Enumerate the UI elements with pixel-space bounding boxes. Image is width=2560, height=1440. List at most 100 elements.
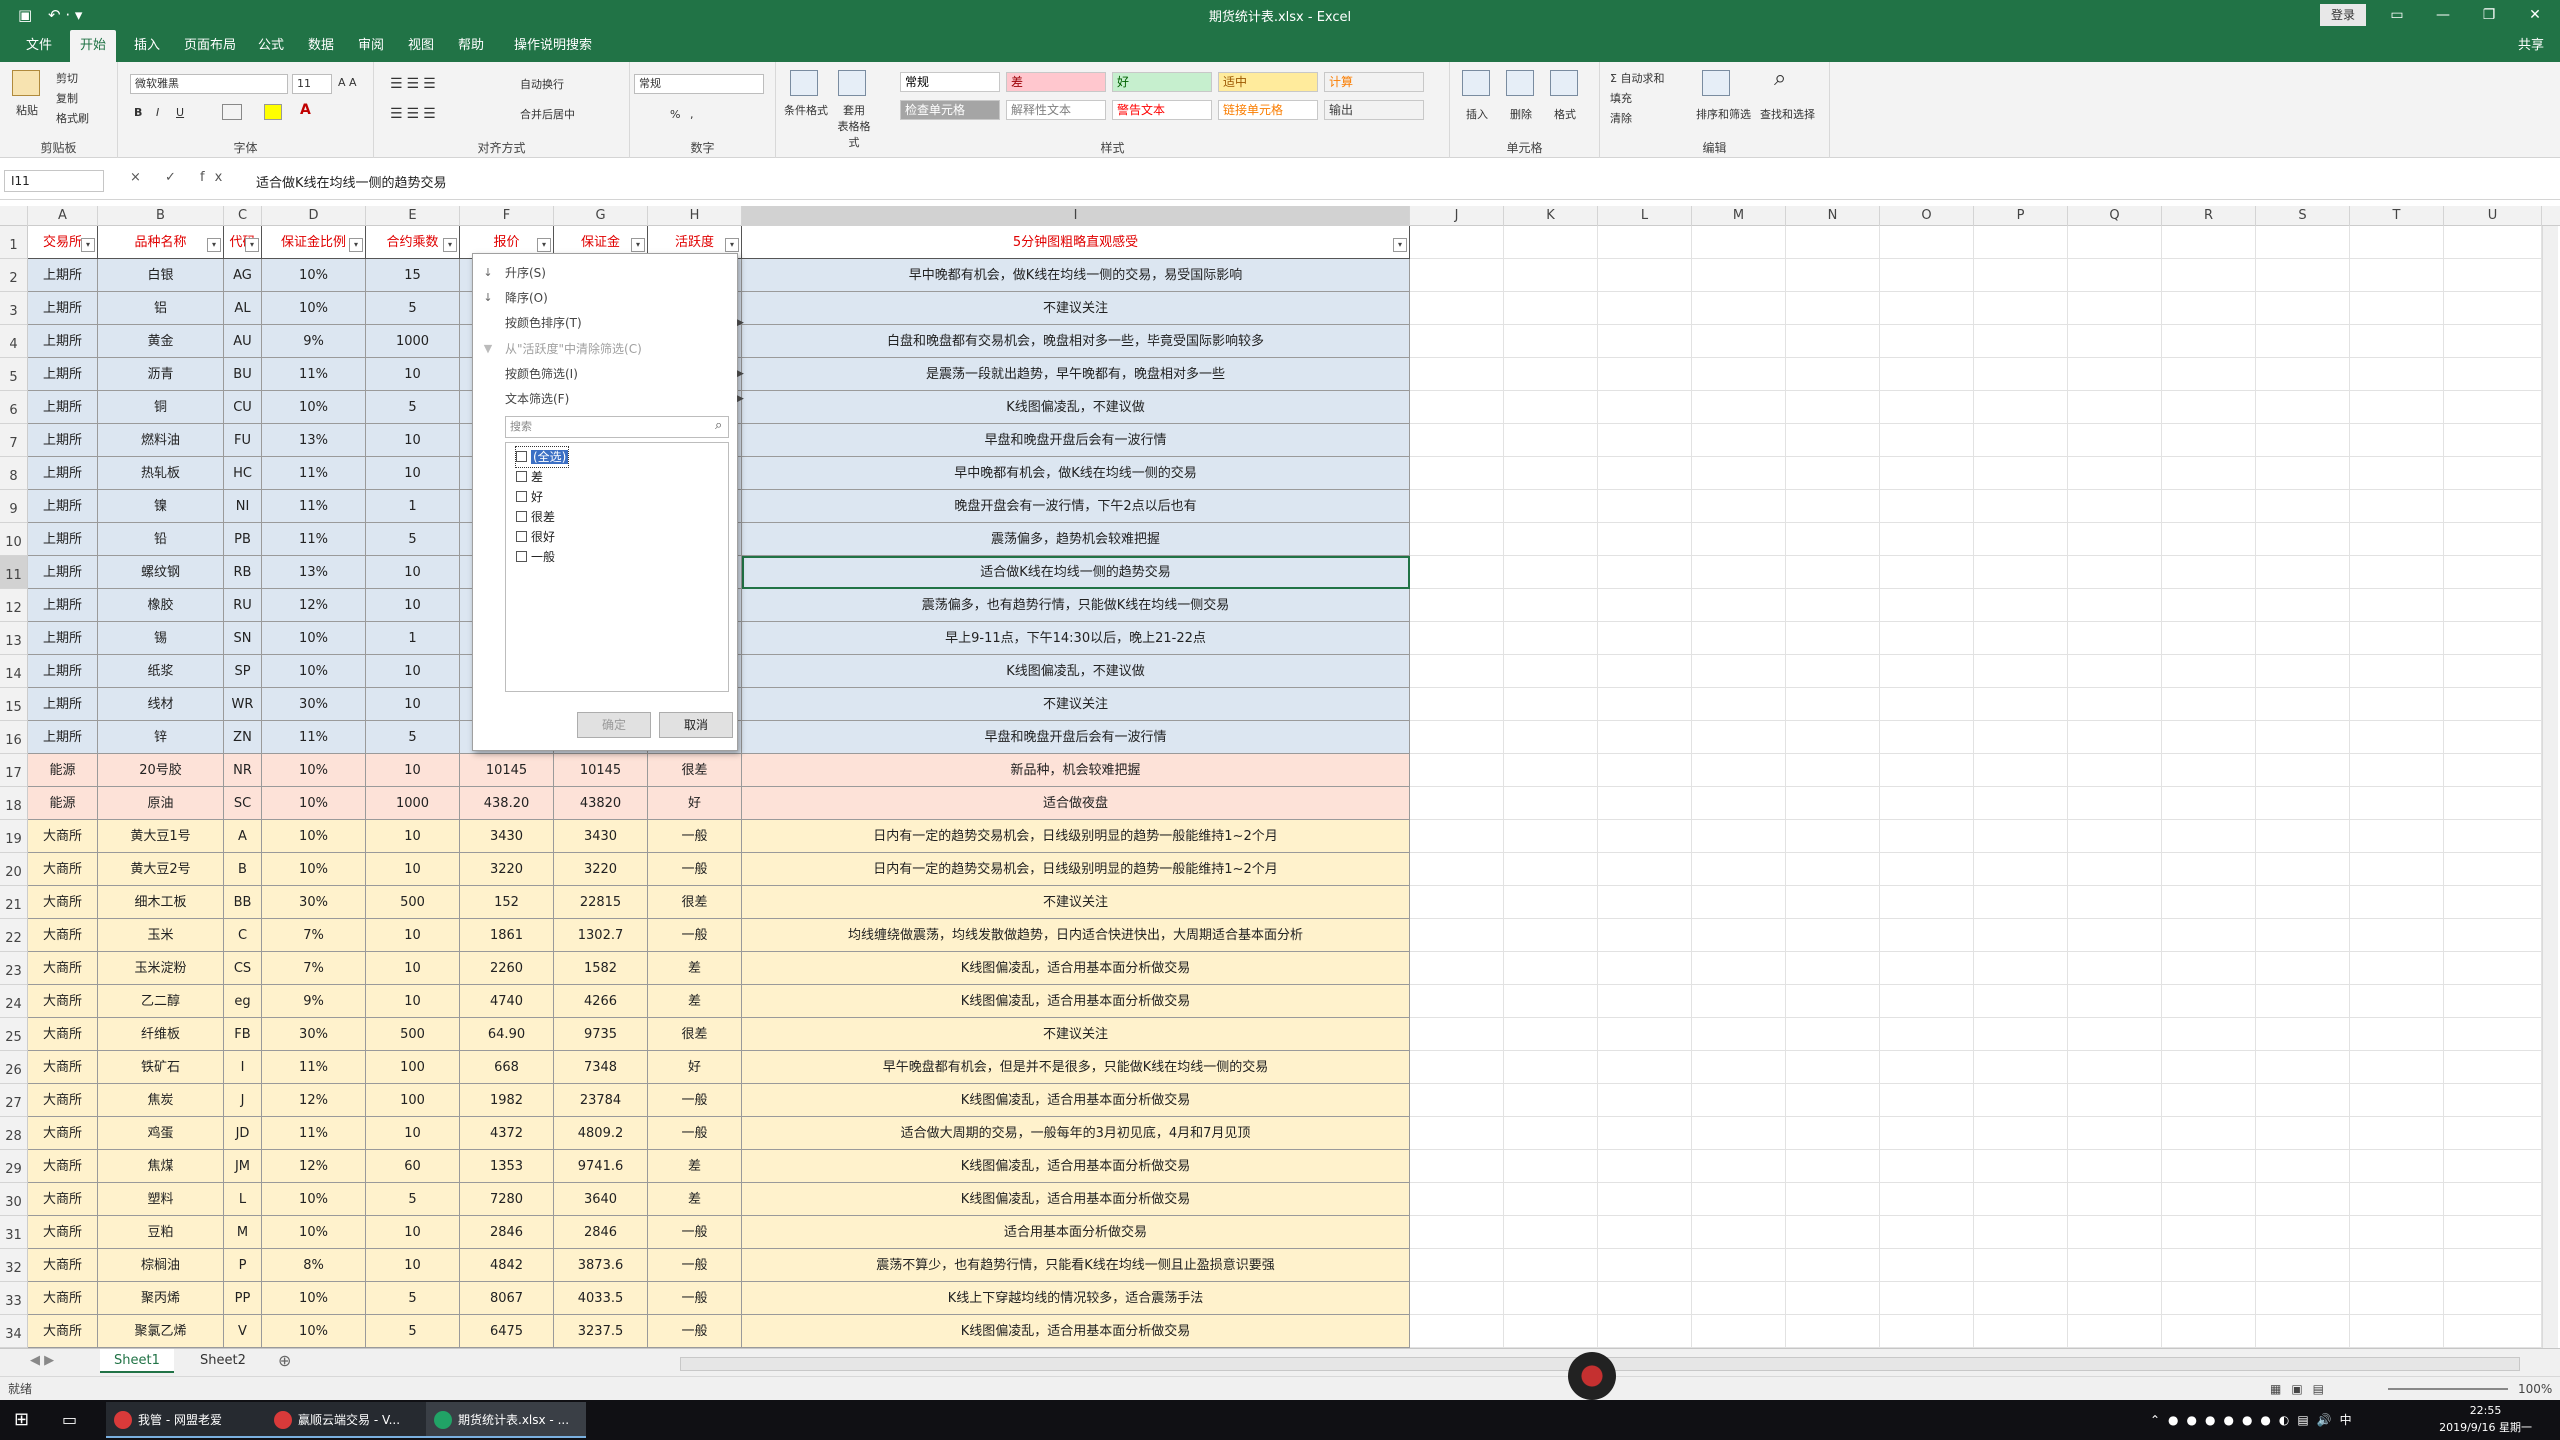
empty-cell[interactable] <box>1786 556 1880 589</box>
cell-b[interactable]: 焦煤 <box>98 1150 224 1183</box>
empty-cell[interactable] <box>1598 952 1692 985</box>
add-sheet-icon[interactable]: ⊕ <box>264 1349 305 1373</box>
empty-cell[interactable] <box>1504 1117 1598 1150</box>
cell-a[interactable]: 大商所 <box>28 1117 98 1150</box>
cell-a[interactable]: 上期所 <box>28 457 98 490</box>
column-header[interactable]: Q <box>2068 206 2162 226</box>
empty-cell[interactable] <box>2350 1051 2444 1084</box>
column-header[interactable]: M <box>1692 206 1786 226</box>
cell-b[interactable]: 沥青 <box>98 358 224 391</box>
row-header[interactable]: 3 <box>0 292 28 325</box>
tab-0[interactable]: 文件 <box>16 30 62 62</box>
cell-e[interactable]: 10 <box>366 589 460 622</box>
filter-option[interactable]: 好 <box>516 487 543 507</box>
empty-cell[interactable] <box>2444 886 2542 919</box>
cell-c[interactable]: eg <box>224 985 262 1018</box>
empty-cell[interactable] <box>2444 424 2542 457</box>
cell-d[interactable]: 10% <box>262 1282 366 1315</box>
empty-cell[interactable] <box>2068 985 2162 1018</box>
cell-b[interactable]: 纸浆 <box>98 655 224 688</box>
tab-4[interactable]: 公式 <box>248 30 294 62</box>
filter-arrow-icon[interactable]: ▾ <box>349 238 363 252</box>
empty-cell[interactable] <box>1410 1018 1504 1051</box>
cell-e[interactable]: 500 <box>366 886 460 919</box>
empty-cell[interactable] <box>1880 1051 1974 1084</box>
empty-cell[interactable] <box>1786 1216 1880 1249</box>
cell-e[interactable]: 10 <box>366 424 460 457</box>
empty-cell[interactable] <box>2068 886 2162 919</box>
cell-i[interactable]: K线图偏凌乱，适合用基本面分析做交易 <box>742 1150 1410 1183</box>
empty-cell[interactable] <box>2068 1315 2162 1348</box>
empty-cell[interactable] <box>1786 226 1880 259</box>
cell-f[interactable]: 152 <box>460 886 554 919</box>
cell-h[interactable]: 差 <box>648 952 742 985</box>
row-header[interactable]: 30 <box>0 1183 28 1216</box>
empty-cell[interactable] <box>2350 787 2444 820</box>
align-top-icons[interactable]: ☰☰☰ <box>390 76 440 92</box>
cell-i[interactable]: K线图偏凌乱，适合用基本面分析做交易 <box>742 952 1410 985</box>
empty-cell[interactable] <box>1504 1216 1598 1249</box>
empty-cell[interactable] <box>1974 688 2068 721</box>
empty-cell[interactable] <box>2444 1249 2542 1282</box>
cell-d[interactable]: 10% <box>262 754 366 787</box>
cell-d[interactable]: 10% <box>262 1216 366 1249</box>
empty-cell[interactable] <box>1504 556 1598 589</box>
empty-cell[interactable] <box>2444 1216 2542 1249</box>
cell-a[interactable]: 上期所 <box>28 358 98 391</box>
delete-cells-icon[interactable] <box>1506 70 1534 96</box>
empty-cell[interactable] <box>1410 556 1504 589</box>
empty-cell[interactable] <box>1692 1183 1786 1216</box>
empty-cell[interactable] <box>1880 325 1974 358</box>
empty-cell[interactable] <box>1410 523 1504 556</box>
cell-i[interactable]: 适合做夜盘 <box>742 787 1410 820</box>
cell-i[interactable]: 早盘和晚盘开盘后会有一波行情 <box>742 424 1410 457</box>
sort-filter-button[interactable]: 排序和筛选 <box>1696 106 1751 122</box>
empty-cell[interactable] <box>1504 886 1598 919</box>
empty-cell[interactable] <box>1410 457 1504 490</box>
empty-cell[interactable] <box>1598 325 1692 358</box>
cell-b[interactable]: 铜 <box>98 391 224 424</box>
cell-c[interactable]: B <box>224 853 262 886</box>
cell-b[interactable]: 品种名称 ▾ <box>98 226 224 259</box>
empty-cell[interactable] <box>1880 952 1974 985</box>
empty-cell[interactable] <box>1504 1150 1598 1183</box>
empty-cell[interactable] <box>2256 1282 2350 1315</box>
cell-e[interactable]: 10 <box>366 1117 460 1150</box>
empty-cell[interactable] <box>1974 556 2068 589</box>
cell-e[interactable]: 10 <box>366 820 460 853</box>
cell-d[interactable]: 保证金比例 ▾ <box>262 226 366 259</box>
sheet-tab[interactable]: Sheet1 <box>100 1349 174 1373</box>
empty-cell[interactable] <box>2256 820 2350 853</box>
empty-cell[interactable] <box>1692 1018 1786 1051</box>
empty-cell[interactable] <box>1974 325 2068 358</box>
cell-g[interactable]: 23784 <box>554 1084 648 1117</box>
empty-cell[interactable] <box>2444 490 2542 523</box>
empty-cell[interactable] <box>1598 721 1692 754</box>
empty-cell[interactable] <box>1880 886 1974 919</box>
cell-e[interactable]: 5 <box>366 1183 460 1216</box>
column-header[interactable]: R <box>2162 206 2256 226</box>
empty-cell[interactable] <box>1692 1117 1786 1150</box>
cell-g[interactable]: 3237.5 <box>554 1315 648 1348</box>
empty-cell[interactable] <box>2068 754 2162 787</box>
cell-i[interactable]: 是震荡一段就出趋势，早午晚都有，晚盘相对多一些 <box>742 358 1410 391</box>
checkbox-icon[interactable] <box>516 471 527 482</box>
empty-cell[interactable] <box>2162 424 2256 457</box>
empty-cell[interactable] <box>1880 1216 1974 1249</box>
column-header[interactable]: S <box>2256 206 2350 226</box>
empty-cell[interactable] <box>2068 787 2162 820</box>
cut-button[interactable]: 剪切 <box>56 70 78 86</box>
empty-cell[interactable] <box>1880 1282 1974 1315</box>
cell-b[interactable]: 20号胶 <box>98 754 224 787</box>
cell-a[interactable]: 上期所 <box>28 259 98 292</box>
cell-a[interactable]: 上期所 <box>28 523 98 556</box>
font-grow-icon[interactable]: A A <box>338 76 357 89</box>
empty-cell[interactable] <box>1598 457 1692 490</box>
row-header[interactable]: 22 <box>0 919 28 952</box>
empty-cell[interactable] <box>1974 985 2068 1018</box>
empty-cell[interactable] <box>1504 952 1598 985</box>
cell-b[interactable]: 燃料油 <box>98 424 224 457</box>
empty-cell[interactable] <box>1410 1315 1504 1348</box>
cell-e[interactable]: 10 <box>366 1249 460 1282</box>
cell-d[interactable]: 30% <box>262 1018 366 1051</box>
